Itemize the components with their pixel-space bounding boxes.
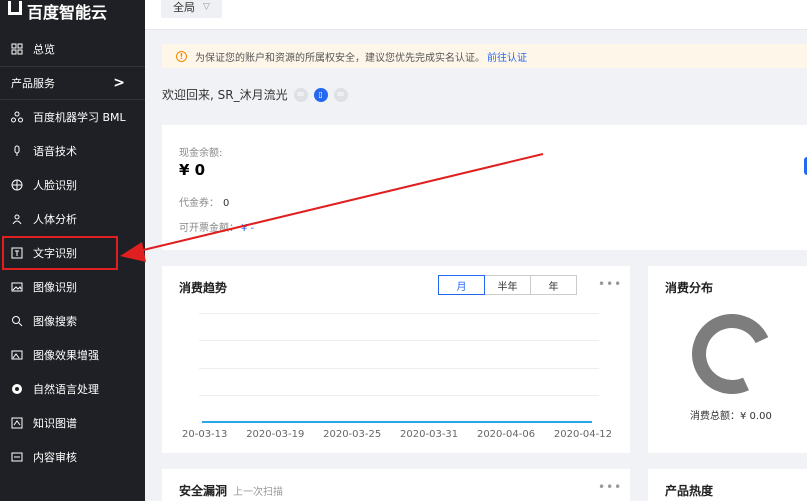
sidebar-item-image-search[interactable]: 图像搜索 xyxy=(0,304,145,338)
donut-chart xyxy=(680,302,784,406)
mic-icon xyxy=(11,145,23,157)
trend-title: 消费趋势 xyxy=(179,281,228,295)
balance-card: 现金余额: ¥ 0 代金券： 0 可开票金额： ¥ - xyxy=(162,125,807,250)
warning-icon: ! xyxy=(176,50,187,62)
x-tick-label: 2020-04-06 xyxy=(476,429,536,440)
welcome-line: 欢迎回来, SR_沐月流光 ✉ ▯ ✉ xyxy=(162,86,348,103)
welcome-text: 欢迎回来, SR_沐月流光 xyxy=(162,88,288,102)
invoice-label: 可开票金额： xyxy=(179,223,239,234)
sidebar-item-label: 自然语言处理 xyxy=(33,383,99,396)
verify-badge-icon[interactable]: ✉ xyxy=(293,87,308,102)
notice-text: 为保证您的账户和资源的所属权安全，建议您优先完成实名认证。 xyxy=(195,52,485,64)
sidebar-item-body[interactable]: 人体分析 xyxy=(0,202,145,236)
sidebar-section-products[interactable]: 产品服务 > xyxy=(0,66,145,100)
product-heat-card: 产品热度 xyxy=(648,469,807,501)
security-vulnerability-card: 安全漏洞 上一次扫描 ••• xyxy=(162,469,630,501)
heat-title: 产品热度 xyxy=(665,484,714,498)
sidebar-item-overview[interactable]: 总览 xyxy=(0,32,145,66)
range-option[interactable]: 月 xyxy=(438,275,485,295)
sidebar-item-content-review[interactable]: 内容审核 xyxy=(0,440,145,474)
region-label: 全局 xyxy=(173,1,195,14)
sidebar-item-label: 内容审核 xyxy=(33,451,77,464)
verification-notice: ! 为保证您的账户和资源的所属权安全，建议您优先完成实名认证。 前往认证 xyxy=(162,44,807,68)
more-icon[interactable]: ••• xyxy=(598,277,622,291)
topbar: 全局 ▽ xyxy=(145,0,807,30)
sidebar-item-label: 图像搜索 xyxy=(33,315,77,328)
sidebar-item-image-enhance[interactable]: 图像效果增强 xyxy=(0,338,145,372)
grid-line xyxy=(199,313,599,314)
sidebar-item-label: 总览 xyxy=(33,43,55,56)
voucher-label: 代金券： xyxy=(179,198,219,209)
sidebar-item-label: 图像效果增强 xyxy=(33,349,99,362)
x-tick-label: 20-03-13 xyxy=(182,429,228,440)
grid-line xyxy=(199,340,599,341)
region-select[interactable]: 全局 ▽ xyxy=(161,0,222,18)
logo-text: 百度智能云 xyxy=(27,3,108,22)
consumption-distribution-card: 消费分布 消费总额：¥ 0.00 xyxy=(648,266,807,453)
section-label: 产品服务 xyxy=(11,77,55,90)
ml-icon xyxy=(11,111,23,123)
more-icon[interactable]: ••• xyxy=(598,480,622,494)
sidebar-item-text[interactable]: 文字识别 xyxy=(2,236,118,270)
sidebar-item-label: 人体分析 xyxy=(33,213,77,226)
sidebar-item-face[interactable]: 人脸识别 xyxy=(0,168,145,202)
knowledge-graph-icon xyxy=(11,417,23,429)
image-icon xyxy=(11,281,23,293)
distribution-total: 消费总额：¥ 0.00 xyxy=(690,411,772,422)
chevron-right-icon: > xyxy=(113,75,125,91)
sidebar: 百度智能云 总览 产品服务 > 百度机器学习 BML 语音技术人脸识别人体分析文字… xyxy=(0,0,145,501)
invoice-value: ¥ - xyxy=(241,223,255,234)
grid-line xyxy=(199,395,599,396)
sidebar-item-knowledge-graph[interactable]: 知识图谱 xyxy=(0,406,145,440)
x-tick-label: 2020-03-19 xyxy=(246,429,305,440)
verify-link[interactable]: 前往认证 xyxy=(487,49,527,64)
x-tick-label: 2020-03-31 xyxy=(400,429,459,440)
cash-balance-label: 现金余额: xyxy=(179,148,223,159)
sidebar-item-image[interactable]: 图像识别 xyxy=(0,270,145,304)
image-enhance-icon xyxy=(11,349,23,361)
cash-balance-value: ¥ 0 xyxy=(179,161,206,179)
voucher-value: 0 xyxy=(223,198,230,209)
content-review-icon xyxy=(11,451,23,463)
sidebar-item-label: 人脸识别 xyxy=(33,179,77,192)
vuln-title: 安全漏洞 xyxy=(179,484,228,498)
range-option[interactable]: 半年 xyxy=(484,275,531,295)
sidebar-item-label: 图像识别 xyxy=(33,281,77,294)
logo-icon xyxy=(8,1,22,15)
consumption-trend-card: 消费趋势 月半年年 ••• 20-03-13 2020-03-19 2020-03-… xyxy=(162,266,630,453)
logo[interactable]: 百度智能云 xyxy=(0,0,145,22)
x-axis-labels: 20-03-13 2020-03-19 2020-03-25 2020-03-31 20… xyxy=(182,429,612,440)
vuln-title-row: 安全漏洞 上一次扫描 xyxy=(179,482,283,499)
sidebar-item-mic[interactable]: 语音技术 xyxy=(0,134,145,168)
body-icon xyxy=(11,213,23,225)
grid-line xyxy=(199,368,599,369)
nlp-icon xyxy=(11,383,23,395)
sidebar-item-ml[interactable]: 百度机器学习 BML xyxy=(0,100,145,134)
mail-badge-icon[interactable]: ✉ xyxy=(333,87,348,102)
distribution-title: 消费分布 xyxy=(665,281,714,295)
vuln-subtitle: 上一次扫描 xyxy=(233,487,284,498)
invoice-row: 可开票金额： ¥ - xyxy=(179,219,254,234)
sidebar-item-label: 文字识别 xyxy=(33,247,77,260)
x-tick-label: 2020-04-12 xyxy=(553,429,612,440)
text-icon xyxy=(11,247,23,259)
sidebar-item-nlp[interactable]: 自然语言处理 xyxy=(0,372,145,406)
sidebar-item-label: 语音技术 xyxy=(33,145,77,158)
x-tick-label: 2020-03-25 xyxy=(323,429,382,440)
chevron-down-icon: ▽ xyxy=(203,2,210,12)
voucher-row: 代金券： 0 xyxy=(179,194,229,209)
sidebar-item-label: 百度机器学习 BML xyxy=(33,111,126,124)
series-line xyxy=(202,421,592,423)
grid-icon xyxy=(11,43,23,55)
phone-badge-icon[interactable]: ▯ xyxy=(313,87,328,102)
range-toggle: 月半年年 xyxy=(438,275,577,295)
face-icon xyxy=(11,179,23,191)
sidebar-item-label: 知识图谱 xyxy=(33,417,77,430)
range-option[interactable]: 年 xyxy=(530,275,577,295)
image-search-icon xyxy=(11,315,23,327)
